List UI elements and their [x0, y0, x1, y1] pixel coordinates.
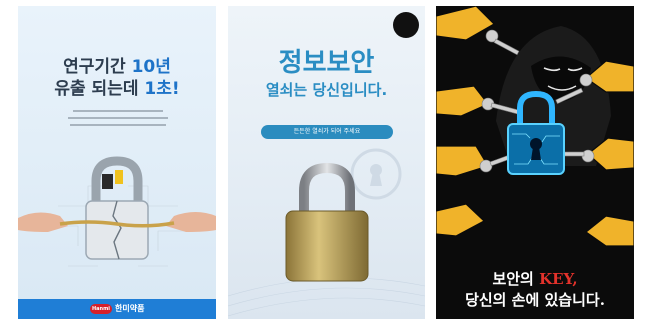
headline-line2-text: 유출 되는데 — [54, 79, 145, 99]
brass-padlock-icon — [228, 162, 425, 317]
brand-name: 한미약품 — [115, 304, 145, 313]
poster-security-key: 보안의 KEY, 당신의 손에 있습니다. — [436, 6, 634, 319]
caption-line1: 보안의 KEY, — [436, 268, 634, 289]
slogan-pill: 든든한 열쇠가 되어 주세요 — [261, 125, 393, 139]
corner-emblem-icon — [393, 12, 419, 38]
hooded-figure-illustration — [436, 6, 634, 247]
poster-title: 정보보안 — [278, 48, 375, 78]
poster-subtitle: 열쇠는 당신입니다. — [265, 81, 388, 99]
brand-footer: Hanmi 한미약품 — [18, 299, 216, 319]
caption-line1-text: 보안의 — [492, 270, 540, 288]
sim-card-icon — [102, 174, 113, 189]
cracked-padlock-illustration — [18, 156, 216, 267]
headline-line2: 유출 되는데 1초! — [18, 74, 216, 99]
brand-logo: Hanmi — [90, 304, 112, 314]
caption-key-word: KEY, — [539, 270, 578, 288]
caption-line2: 당신의 손에 있습니다. — [465, 291, 605, 309]
poster-research-leak: 연구기간 10년 유출 되는데 1초! Hanmi 한미약품 — [18, 6, 216, 319]
headline-line2-highlight: 1초! — [144, 79, 180, 99]
poster-information-security: 정보보안 열쇠는 당신입니다. 든든한 열쇠가 되어 주세요 — [228, 6, 425, 319]
